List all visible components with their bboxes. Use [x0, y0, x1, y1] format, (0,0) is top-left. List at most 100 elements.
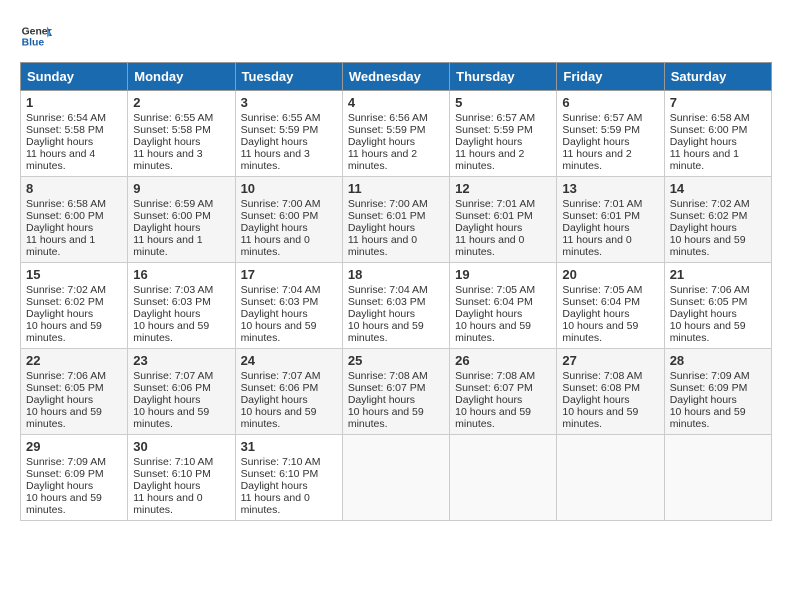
- daylight-label: Daylight hours: [670, 136, 737, 148]
- sunrise-label: Sunrise: 6:59 AM: [133, 198, 213, 210]
- daylight-duration: 11 hours and 3 minutes.: [133, 148, 202, 172]
- day-number: 31: [241, 439, 337, 454]
- calendar-cell: [557, 435, 664, 521]
- calendar-cell: 3 Sunrise: 6:55 AM Sunset: 5:59 PM Dayli…: [235, 91, 342, 177]
- sunset-label: Sunset: 6:04 PM: [562, 296, 640, 308]
- sunrise-label: Sunrise: 7:06 AM: [670, 284, 750, 296]
- daylight-duration: 10 hours and 59 minutes.: [26, 320, 102, 344]
- calendar-cell: [342, 435, 449, 521]
- col-saturday: Saturday: [664, 63, 771, 91]
- sunset-label: Sunset: 6:06 PM: [241, 382, 319, 394]
- calendar-cell: 9 Sunrise: 6:59 AM Sunset: 6:00 PM Dayli…: [128, 177, 235, 263]
- sunset-label: Sunset: 5:59 PM: [241, 124, 319, 136]
- day-number: 29: [26, 439, 122, 454]
- sunrise-label: Sunrise: 7:02 AM: [670, 198, 750, 210]
- daylight-label: Daylight hours: [455, 308, 522, 320]
- daylight-duration: 11 hours and 1 minute.: [670, 148, 739, 172]
- calendar-week-row: 1 Sunrise: 6:54 AM Sunset: 5:58 PM Dayli…: [21, 91, 772, 177]
- sunset-label: Sunset: 6:09 PM: [670, 382, 748, 394]
- day-number: 5: [455, 95, 551, 110]
- col-sunday: Sunday: [21, 63, 128, 91]
- sunset-label: Sunset: 6:09 PM: [26, 468, 104, 480]
- daylight-label: Daylight hours: [562, 136, 629, 148]
- sunrise-label: Sunrise: 7:08 AM: [562, 370, 642, 382]
- sunrise-label: Sunrise: 7:05 AM: [455, 284, 535, 296]
- day-number: 16: [133, 267, 229, 282]
- sunrise-label: Sunrise: 7:03 AM: [133, 284, 213, 296]
- daylight-duration: 10 hours and 59 minutes.: [26, 492, 102, 516]
- sunset-label: Sunset: 6:00 PM: [241, 210, 319, 222]
- sunrise-label: Sunrise: 7:05 AM: [562, 284, 642, 296]
- sunset-label: Sunset: 6:00 PM: [26, 210, 104, 222]
- calendar-cell: 15 Sunrise: 7:02 AM Sunset: 6:02 PM Dayl…: [21, 263, 128, 349]
- daylight-label: Daylight hours: [562, 394, 629, 406]
- calendar-cell: 1 Sunrise: 6:54 AM Sunset: 5:58 PM Dayli…: [21, 91, 128, 177]
- daylight-duration: 11 hours and 0 minutes.: [241, 234, 310, 258]
- day-number: 28: [670, 353, 766, 368]
- daylight-duration: 11 hours and 3 minutes.: [241, 148, 310, 172]
- sunrise-label: Sunrise: 7:09 AM: [26, 456, 106, 468]
- daylight-label: Daylight hours: [26, 480, 93, 492]
- calendar-cell: 14 Sunrise: 7:02 AM Sunset: 6:02 PM Dayl…: [664, 177, 771, 263]
- logo-icon: General Blue: [20, 20, 52, 52]
- daylight-label: Daylight hours: [455, 222, 522, 234]
- sunrise-label: Sunrise: 6:57 AM: [562, 112, 642, 124]
- calendar-cell: [664, 435, 771, 521]
- sunset-label: Sunset: 6:10 PM: [133, 468, 211, 480]
- sunset-label: Sunset: 6:07 PM: [348, 382, 426, 394]
- calendar-cell: 30 Sunrise: 7:10 AM Sunset: 6:10 PM Dayl…: [128, 435, 235, 521]
- sunrise-label: Sunrise: 7:07 AM: [133, 370, 213, 382]
- sunset-label: Sunset: 6:04 PM: [455, 296, 533, 308]
- daylight-duration: 11 hours and 0 minutes.: [455, 234, 524, 258]
- calendar-cell: 13 Sunrise: 7:01 AM Sunset: 6:01 PM Dayl…: [557, 177, 664, 263]
- sunrise-label: Sunrise: 7:07 AM: [241, 370, 321, 382]
- page-header: General Blue: [20, 20, 772, 52]
- daylight-duration: 11 hours and 2 minutes.: [455, 148, 524, 172]
- daylight-duration: 10 hours and 59 minutes.: [455, 406, 531, 430]
- day-number: 30: [133, 439, 229, 454]
- daylight-label: Daylight hours: [348, 222, 415, 234]
- sunset-label: Sunset: 6:00 PM: [133, 210, 211, 222]
- day-number: 20: [562, 267, 658, 282]
- daylight-label: Daylight hours: [455, 394, 522, 406]
- calendar-cell: 22 Sunrise: 7:06 AM Sunset: 6:05 PM Dayl…: [21, 349, 128, 435]
- daylight-label: Daylight hours: [455, 136, 522, 148]
- calendar-cell: 27 Sunrise: 7:08 AM Sunset: 6:08 PM Dayl…: [557, 349, 664, 435]
- day-number: 9: [133, 181, 229, 196]
- day-number: 2: [133, 95, 229, 110]
- col-wednesday: Wednesday: [342, 63, 449, 91]
- sunset-label: Sunset: 6:05 PM: [26, 382, 104, 394]
- day-number: 27: [562, 353, 658, 368]
- daylight-duration: 10 hours and 59 minutes.: [670, 320, 746, 344]
- sunset-label: Sunset: 6:01 PM: [348, 210, 426, 222]
- sunrise-label: Sunrise: 7:01 AM: [455, 198, 535, 210]
- day-number: 3: [241, 95, 337, 110]
- sunset-label: Sunset: 6:06 PM: [133, 382, 211, 394]
- day-number: 4: [348, 95, 444, 110]
- calendar-cell: 25 Sunrise: 7:08 AM Sunset: 6:07 PM Dayl…: [342, 349, 449, 435]
- sunset-label: Sunset: 5:58 PM: [26, 124, 104, 136]
- daylight-label: Daylight hours: [670, 394, 737, 406]
- day-number: 1: [26, 95, 122, 110]
- calendar-cell: 24 Sunrise: 7:07 AM Sunset: 6:06 PM Dayl…: [235, 349, 342, 435]
- sunrise-label: Sunrise: 7:04 AM: [348, 284, 428, 296]
- sunrise-label: Sunrise: 7:09 AM: [670, 370, 750, 382]
- daylight-duration: 11 hours and 0 minutes.: [133, 492, 202, 516]
- day-number: 21: [670, 267, 766, 282]
- calendar-cell: 8 Sunrise: 6:58 AM Sunset: 6:00 PM Dayli…: [21, 177, 128, 263]
- day-number: 7: [670, 95, 766, 110]
- calendar-cell: 18 Sunrise: 7:04 AM Sunset: 6:03 PM Dayl…: [342, 263, 449, 349]
- col-thursday: Thursday: [450, 63, 557, 91]
- day-number: 11: [348, 181, 444, 196]
- day-number: 15: [26, 267, 122, 282]
- daylight-duration: 10 hours and 59 minutes.: [455, 320, 531, 344]
- sunrise-label: Sunrise: 7:00 AM: [241, 198, 321, 210]
- sunrise-label: Sunrise: 6:58 AM: [670, 112, 750, 124]
- sunrise-label: Sunrise: 7:08 AM: [455, 370, 535, 382]
- calendar-cell: 17 Sunrise: 7:04 AM Sunset: 6:03 PM Dayl…: [235, 263, 342, 349]
- sunrise-label: Sunrise: 7:01 AM: [562, 198, 642, 210]
- daylight-duration: 11 hours and 2 minutes.: [562, 148, 631, 172]
- calendar-cell: 19 Sunrise: 7:05 AM Sunset: 6:04 PM Dayl…: [450, 263, 557, 349]
- daylight-duration: 10 hours and 59 minutes.: [241, 320, 317, 344]
- daylight-duration: 10 hours and 59 minutes.: [670, 406, 746, 430]
